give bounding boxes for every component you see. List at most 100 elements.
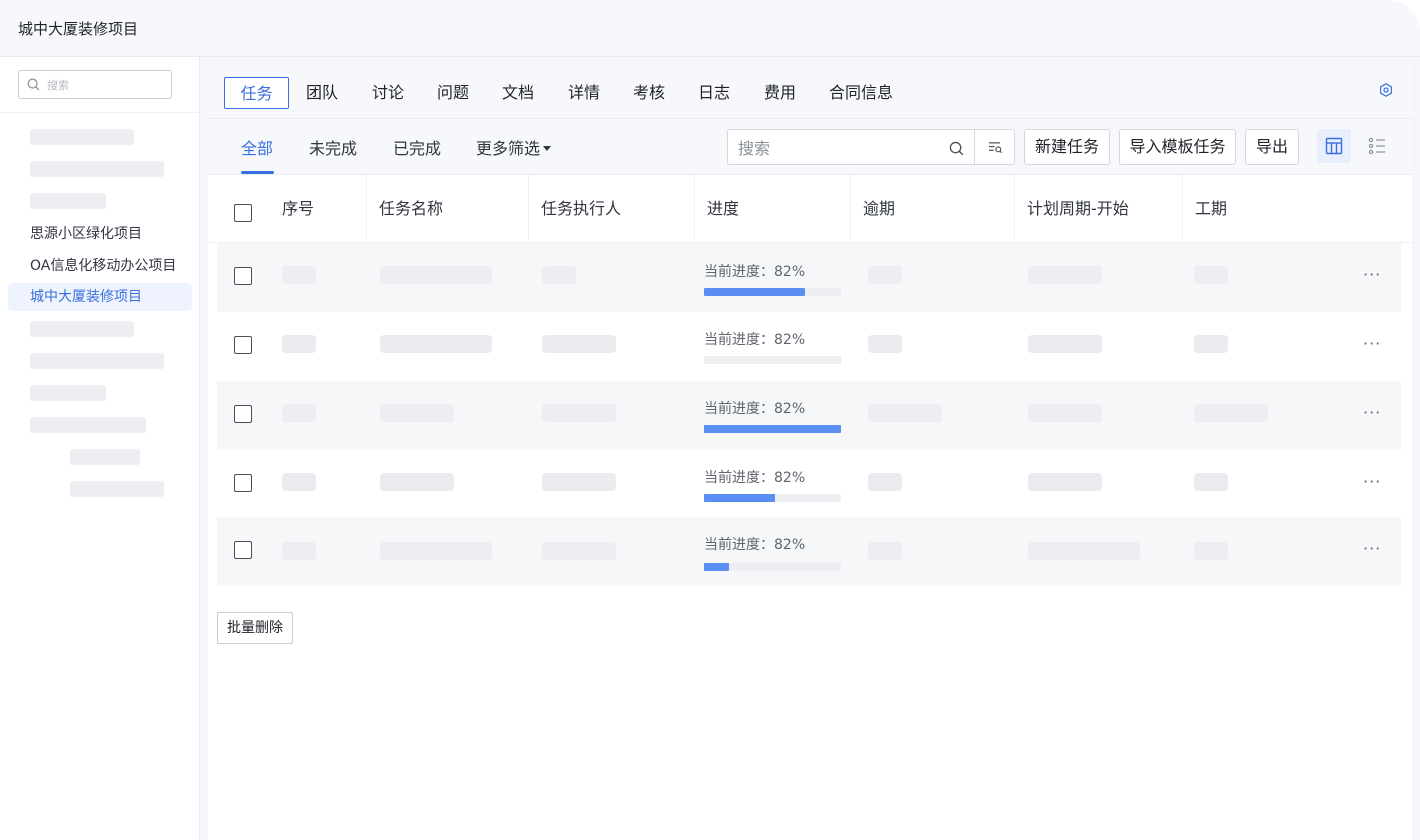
- more-actions-icon[interactable]: ···: [1363, 334, 1381, 353]
- tab-team[interactable]: 团队: [304, 77, 340, 109]
- progress-fill: [704, 494, 776, 502]
- advanced-search-button[interactable]: [974, 129, 1015, 165]
- progress-label: 当前进度：82%: [704, 537, 806, 553]
- progress-fill: [704, 425, 841, 433]
- task-search[interactable]: [727, 129, 975, 165]
- more-actions-icon[interactable]: ···: [1363, 472, 1381, 491]
- skeleton-cell: [380, 542, 492, 560]
- skeleton-item: [30, 417, 146, 433]
- tree-list-icon: [1368, 137, 1385, 155]
- task-search-input[interactable]: [738, 138, 938, 158]
- title-bar: 城中大厦装修项目: [0, 0, 1420, 57]
- table-row[interactable]: 当前进度：82% ···: [217, 450, 1401, 519]
- skeleton-item: [30, 321, 134, 337]
- progress-label: 当前进度：82%: [704, 401, 806, 417]
- sidebar-search-input[interactable]: [47, 76, 165, 94]
- skeleton-cell: [542, 473, 616, 491]
- tree-view-button[interactable]: [1360, 129, 1394, 163]
- column-header[interactable]: 序号: [270, 175, 366, 242]
- skeleton-cell: [380, 404, 454, 422]
- filter-all[interactable]: 全部: [241, 135, 273, 159]
- skeleton-cell: [1194, 404, 1268, 422]
- sidebar-item-project-active[interactable]: 城中大厦装修项目: [8, 283, 192, 311]
- progress-bar: [704, 425, 841, 433]
- more-actions-icon[interactable]: ···: [1363, 539, 1381, 558]
- skeleton-cell: [282, 473, 316, 491]
- column-header[interactable]: 任务执行人: [528, 175, 694, 242]
- active-tab-indicator: [241, 171, 274, 174]
- skeleton-cell: [542, 266, 576, 284]
- skeleton-cell: [542, 335, 616, 353]
- table-row[interactable]: 当前进度：82% ···: [217, 243, 1401, 312]
- row-checkbox[interactable]: [234, 474, 252, 492]
- sidebar-search[interactable]: [18, 70, 172, 99]
- skeleton-cell: [1194, 335, 1228, 353]
- skeleton-cell: [282, 266, 316, 284]
- progress-label: 当前进度：82%: [704, 264, 806, 280]
- skeleton-cell: [282, 542, 316, 560]
- row-checkbox[interactable]: [234, 336, 252, 354]
- tab-expenses[interactable]: 费用: [762, 77, 798, 109]
- divider: [0, 112, 199, 113]
- skeleton-item: [30, 385, 106, 401]
- search-icon: [27, 78, 40, 91]
- skeleton-cell: [868, 266, 902, 284]
- tab-bar: 任务 团队 讨论 问题 文档 详情 考核 日志 费用 合同信息: [208, 65, 1412, 119]
- row-checkbox[interactable]: [234, 267, 252, 285]
- skeleton-cell: [868, 542, 902, 560]
- row-checkbox[interactable]: [234, 541, 252, 559]
- new-task-button[interactable]: 新建任务: [1024, 129, 1110, 165]
- skeleton-cell: [1194, 266, 1228, 284]
- filter-more-dropdown[interactable]: 更多筛选: [476, 135, 552, 159]
- tab-documents[interactable]: 文档: [500, 77, 536, 109]
- filter-search-icon: [989, 142, 1003, 154]
- column-header[interactable]: 计划周期-开始: [1014, 175, 1182, 242]
- skeleton-cell: [1028, 266, 1102, 284]
- tab-discussion[interactable]: 讨论: [370, 77, 406, 109]
- table-row[interactable]: 当前进度：82% ···: [217, 312, 1401, 381]
- skeleton-cell: [1028, 335, 1102, 353]
- column-header[interactable]: 逾期: [850, 175, 1014, 242]
- progress-fill: [704, 288, 806, 296]
- progress-bar: [704, 356, 841, 364]
- filter-incomplete[interactable]: 未完成: [309, 135, 357, 159]
- table-row[interactable]: 当前进度：82% ···: [217, 381, 1401, 450]
- search-icon[interactable]: [949, 141, 964, 156]
- progress-label: 当前进度：82%: [704, 470, 806, 486]
- sidebar-item-project[interactable]: 思源小区绿化项目: [8, 220, 192, 248]
- progress-bar: [704, 288, 841, 296]
- import-template-button[interactable]: 导入模板任务: [1119, 129, 1236, 165]
- skeleton-cell: [868, 335, 902, 353]
- skeleton-cell: [1194, 473, 1228, 491]
- tab-contract-info[interactable]: 合同信息: [827, 77, 895, 109]
- column-header[interactable]: 工期: [1182, 175, 1342, 242]
- skeleton-cell: [868, 404, 942, 422]
- progress-label: 当前进度：82%: [704, 332, 806, 348]
- column-header[interactable]: 任务名称: [366, 175, 528, 242]
- skeleton-cell: [1028, 473, 1102, 491]
- skeleton-cell: [1028, 542, 1140, 560]
- progress-fill: [704, 563, 729, 571]
- tab-details[interactable]: 详情: [566, 77, 602, 109]
- tab-issues[interactable]: 问题: [435, 77, 471, 109]
- more-actions-icon[interactable]: ···: [1363, 265, 1381, 284]
- table-row[interactable]: 当前进度：82% ···: [217, 517, 1401, 586]
- skeleton-item: [30, 193, 106, 209]
- row-checkbox[interactable]: [234, 405, 252, 423]
- tab-logs[interactable]: 日志: [696, 77, 732, 109]
- export-button[interactable]: 导出: [1245, 129, 1299, 165]
- tab-assessment[interactable]: 考核: [631, 77, 667, 109]
- filter-completed[interactable]: 已完成: [393, 135, 441, 159]
- tab-tasks[interactable]: 任务: [224, 77, 289, 109]
- settings-icon[interactable]: [1379, 83, 1393, 97]
- skeleton-item: [70, 449, 140, 465]
- batch-delete-button[interactable]: 批量删除: [217, 612, 293, 644]
- skeleton-cell: [282, 404, 316, 422]
- select-all-checkbox[interactable]: [234, 204, 252, 222]
- column-header[interactable]: 进度: [694, 175, 850, 242]
- skeleton-cell: [282, 335, 316, 353]
- main-panel: 任务 团队 讨论 问题 文档 详情 考核 日志 费用 合同信息 全部 未完成 已…: [208, 65, 1412, 840]
- sidebar-item-project[interactable]: OA信息化移动办公项目: [8, 252, 192, 280]
- more-actions-icon[interactable]: ···: [1363, 403, 1381, 422]
- table-view-button[interactable]: [1317, 129, 1351, 163]
